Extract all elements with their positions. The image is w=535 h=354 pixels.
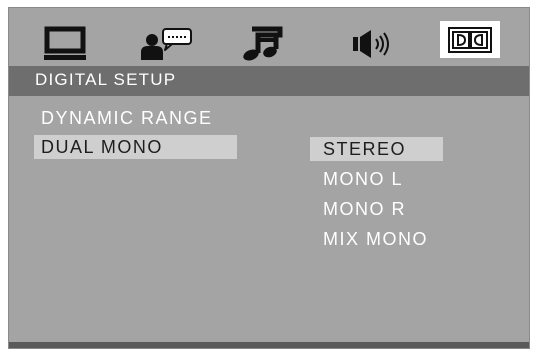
monitor-icon[interactable] <box>39 20 91 68</box>
section-title: DIGITAL SETUP <box>35 70 177 89</box>
menu-item-dual-mono[interactable]: DUAL MONO <box>34 135 237 159</box>
option-mix-mono[interactable]: MIX MONO <box>310 227 460 251</box>
user-subtitle-icon[interactable] <box>133 20 199 68</box>
dolby-digital-icon[interactable] <box>440 21 500 58</box>
music-note-icon[interactable] <box>238 20 286 68</box>
bottom-border <box>9 342 529 348</box>
option-mono-l[interactable]: MONO L <box>310 167 443 191</box>
speaker-icon[interactable] <box>347 20 401 68</box>
section-header: DIGITAL SETUP <box>9 66 529 96</box>
menu-item-dynamic-range[interactable]: DYNAMIC RANGE <box>34 106 244 130</box>
option-mono-r[interactable]: MONO R <box>310 197 443 221</box>
osd-panel: DIGITAL SETUP DYNAMIC RANGE DUAL MONO ST… <box>8 7 530 349</box>
option-stereo[interactable]: STEREO <box>310 137 443 161</box>
